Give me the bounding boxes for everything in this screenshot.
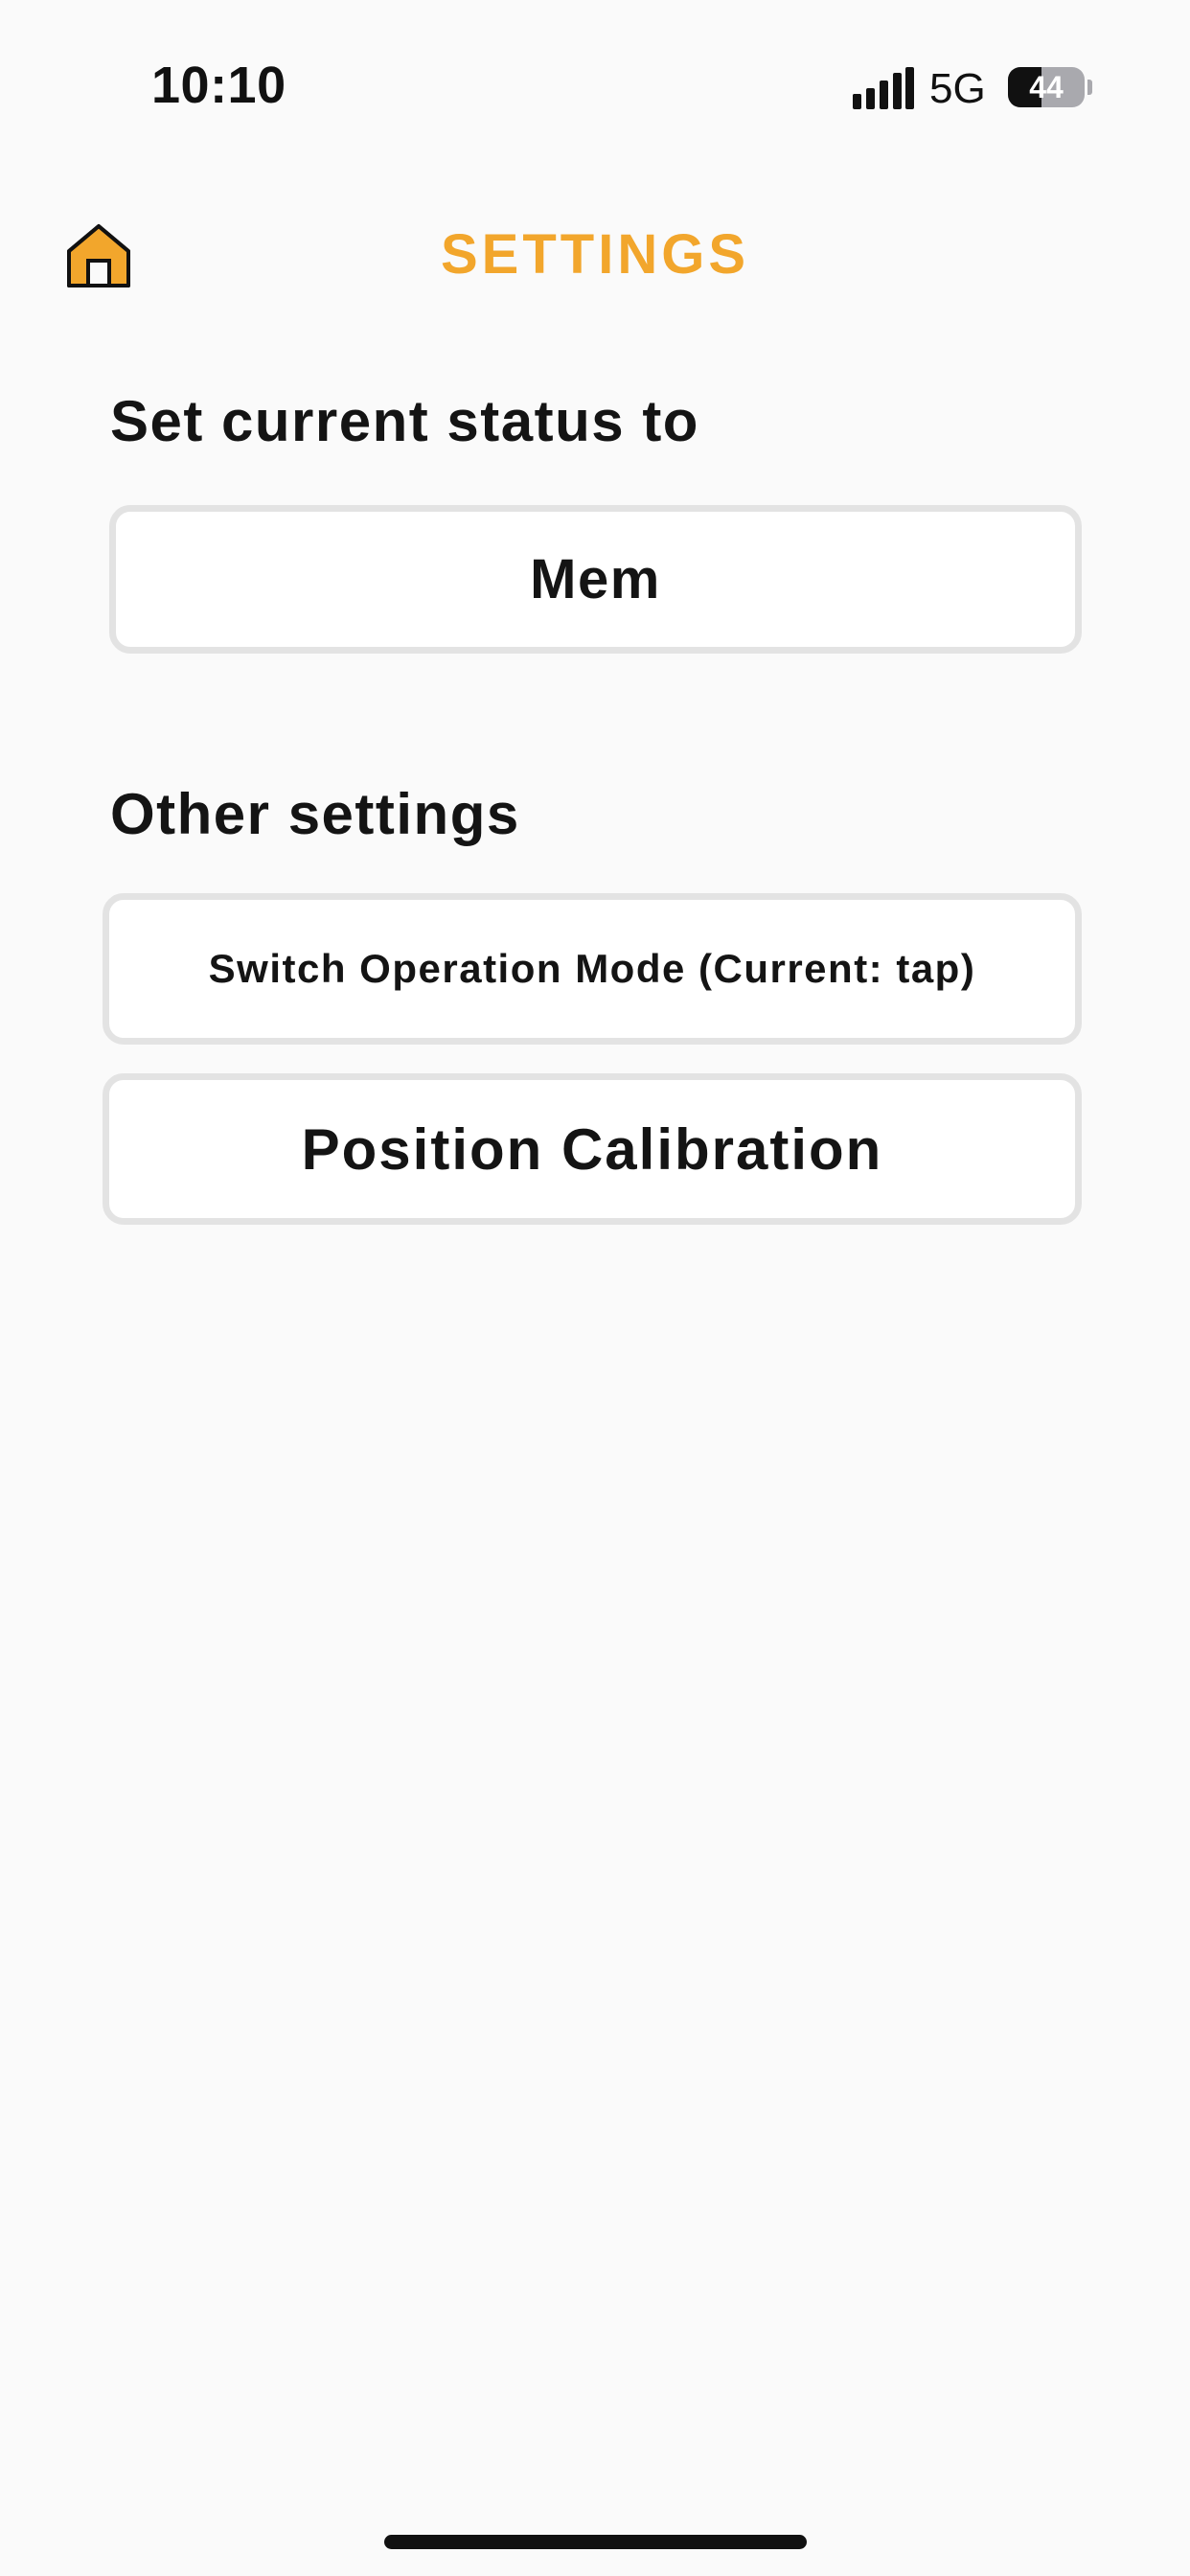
network-type-label: 5G xyxy=(929,65,986,112)
status-bar: 10:10 5G 44 xyxy=(0,0,1190,172)
status-select-button[interactable]: Mem xyxy=(109,505,1082,654)
battery-cap xyxy=(1087,80,1092,95)
cellular-signal-icon xyxy=(853,67,914,109)
battery-icon: 44 xyxy=(1008,67,1085,107)
home-indicator[interactable] xyxy=(384,2535,807,2549)
position-calibration-button[interactable]: Position Calibration xyxy=(103,1073,1082,1225)
switch-operation-mode-button[interactable]: Switch Operation Mode (Current: tap) xyxy=(103,893,1082,1045)
other-settings-heading: Other settings xyxy=(110,782,520,846)
battery-level: 44 xyxy=(1029,69,1064,104)
status-time: 10:10 xyxy=(151,57,286,114)
page-title: SETTINGS xyxy=(440,223,750,286)
status-section-heading: Set current status to xyxy=(110,389,699,453)
